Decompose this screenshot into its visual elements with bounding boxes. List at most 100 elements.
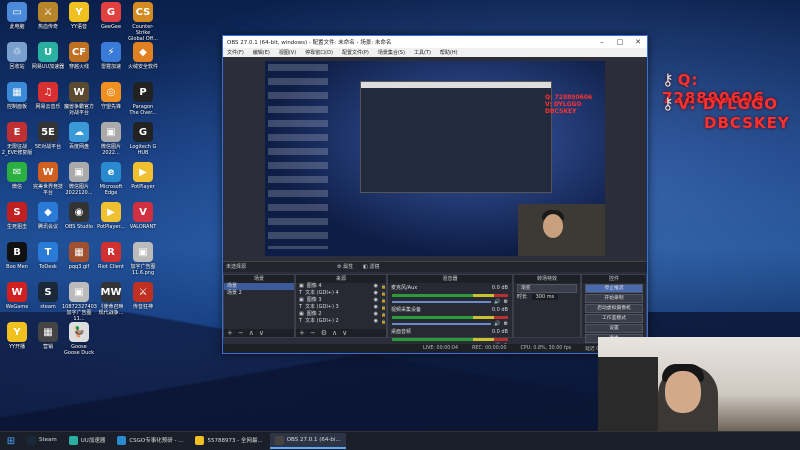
windows-start-icon[interactable]: ⊞ xyxy=(0,436,22,447)
desktop-icon[interactable]: ☁ 百度网盘 xyxy=(62,122,96,150)
taskbar-item[interactable]: UU加速器 xyxy=(64,433,111,449)
desktop-icon[interactable]: Y YY语音 xyxy=(62,2,96,30)
control-button[interactable]: 工作室模式 xyxy=(585,314,643,323)
desktop-icon[interactable]: ▦ 营销 xyxy=(31,322,65,350)
gear-icon[interactable]: ⚙ xyxy=(504,321,508,327)
desktop-icon[interactable]: MW 《使命召唤 现代战争... xyxy=(94,282,128,316)
taskbar-item[interactable]: 55788973 - 全网最... xyxy=(190,433,267,449)
visibility-eye-icon[interactable]: ◉ xyxy=(374,311,378,318)
desktop-icon[interactable]: ⚔ 传音狂神 xyxy=(126,282,160,310)
menu-item[interactable]: 配置文件(P) xyxy=(342,49,369,56)
taskbar-item[interactable]: Steam xyxy=(22,433,62,449)
lock-icon[interactable]: 🔒 xyxy=(381,318,386,325)
visibility-eye-icon[interactable]: ◉ xyxy=(374,283,378,290)
menu-item[interactable]: 文件(F) xyxy=(227,49,244,56)
obs-preview[interactable]: Q: 728890606 V: DYLGGO DBCSKEY xyxy=(265,61,605,256)
source-item[interactable]: T 文本 (GDI+) 2 ◉ 🔒 xyxy=(296,318,386,325)
lock-icon[interactable]: 🔒 xyxy=(381,290,386,297)
desktop-icon[interactable]: ◎ 守望先锋 xyxy=(94,82,128,110)
taskbar-item[interactable]: OBS 27.0.1 (64-bi... xyxy=(269,433,346,449)
desktop-icon[interactable]: G Logitech G HUB xyxy=(126,122,160,156)
menu-item[interactable]: 帮助(H) xyxy=(440,49,458,56)
desktop-icon[interactable]: ♲ 回收站 xyxy=(0,42,34,70)
desktop-icon[interactable]: Y YY开播 xyxy=(0,322,34,350)
visibility-eye-icon[interactable]: ◉ xyxy=(374,290,378,297)
control-button[interactable]: 启动虚拟摄像机 xyxy=(585,304,643,313)
source-item[interactable]: ▣ 图像 2 ◉ 🔒 xyxy=(296,311,386,318)
obs-title-bar[interactable]: OBS 27.0.1 (64-bit, windows) - 配置文件: 未命名… xyxy=(223,36,647,48)
duration-input[interactable]: 300 ms xyxy=(531,294,559,300)
source-item[interactable]: ▣ 图像 4 ◉ 🔒 xyxy=(296,283,386,290)
desktop-icon[interactable]: V VALORANT xyxy=(126,202,160,230)
desktop-icon[interactable]: W WeGame xyxy=(0,282,34,310)
desktop-icon[interactable]: ▦ 控制面板 xyxy=(0,82,34,110)
desktop-icon[interactable]: ▶ PotPlayer... xyxy=(94,202,128,230)
desktop-icon[interactable]: ▶ PotPlayer xyxy=(126,162,160,190)
volume-slider[interactable] xyxy=(392,323,492,325)
move-up-icon[interactable]: ∧ xyxy=(249,329,254,337)
remove-icon[interactable]: − xyxy=(310,329,316,337)
move-down-icon[interactable]: ∨ xyxy=(259,329,264,337)
desktop-icon[interactable]: ♫ 网易云音乐 xyxy=(31,82,65,110)
menu-item[interactable]: 视图(V) xyxy=(279,49,296,56)
gear-icon[interactable]: ⚙ xyxy=(321,329,327,337)
desktop-icon[interactable]: CF 穿越火线 xyxy=(62,42,96,70)
desktop-icon[interactable]: ▦ pqq3.gif xyxy=(62,242,96,270)
desktop-icon[interactable]: e Microsoft Edge xyxy=(94,162,128,196)
taskbar-item[interactable]: CSGO专事化预研 - ... xyxy=(112,433,188,449)
close-icon[interactable]: ✕ xyxy=(629,38,647,46)
control-button[interactable]: 设置 xyxy=(585,324,643,333)
visibility-eye-icon[interactable]: ◉ xyxy=(374,297,378,304)
maximize-icon[interactable]: □ xyxy=(611,38,629,46)
speaker-icon[interactable]: 🔊 xyxy=(494,299,500,305)
visibility-eye-icon[interactable]: ◉ xyxy=(374,318,378,325)
desktop-icon[interactable]: W 完美世界竞技 平台 xyxy=(31,162,65,196)
visibility-eye-icon[interactable]: ◉ xyxy=(374,304,378,311)
filters-button[interactable]: ◧ 滤镜 xyxy=(363,263,379,270)
desktop-icon[interactable]: ▣ 加字广告图 11.6.png xyxy=(126,242,160,276)
menu-item[interactable]: 场景集合(S) xyxy=(378,49,405,56)
desktop-icon[interactable]: ◉ OBS Studio xyxy=(62,202,96,230)
desktop-icon[interactable]: ◆ 火绒安全软件 xyxy=(126,42,160,70)
obs-window[interactable]: OBS 27.0.1 (64-bit, windows) - 配置文件: 未命名… xyxy=(222,35,648,354)
speaker-icon[interactable]: 🔊 xyxy=(494,321,500,327)
desktop-icon[interactable]: ▣ 微信图片 2022... xyxy=(94,122,128,156)
desktop-icon[interactable]: ⚡ 雷霆加速 xyxy=(94,42,128,70)
add-icon[interactable]: + xyxy=(299,329,305,337)
lock-icon[interactable]: 🔒 xyxy=(381,311,386,318)
desktop-icon[interactable]: U 网易UU加速器 xyxy=(31,42,65,70)
volume-slider[interactable] xyxy=(392,301,492,303)
scene-item[interactable]: 场景 2 xyxy=(224,290,294,297)
desktop-icon[interactable]: T ToDesk xyxy=(31,242,65,270)
desktop-icon[interactable]: R Riot Client xyxy=(94,242,128,270)
transition-select[interactable]: 渐变 xyxy=(517,284,577,293)
lock-icon[interactable]: 🔒 xyxy=(381,304,386,311)
desktop-icon[interactable]: 5E 5E对战平台 xyxy=(31,122,65,150)
move-up-icon[interactable]: ∧ xyxy=(332,329,337,337)
desktop-icon[interactable]: G GeeGee xyxy=(94,2,128,30)
desktop-icon[interactable]: S 生死狙击 xyxy=(0,202,34,230)
menu-item[interactable]: 编辑(E) xyxy=(253,49,270,56)
gear-icon[interactable]: ⚙ xyxy=(504,299,508,305)
add-icon[interactable]: + xyxy=(227,329,233,337)
desktop-icon[interactable]: ▣ 10872327403 加字广告图11... xyxy=(62,282,97,322)
desktop-icon[interactable]: ⚔ 热血传奇 xyxy=(31,2,65,30)
remove-icon[interactable]: − xyxy=(238,329,244,337)
source-item[interactable]: T 文本 (GDI+) 3 ◉ 🔒 xyxy=(296,304,386,311)
desktop-icon[interactable]: ✉ 微信 xyxy=(0,162,34,190)
scene-item[interactable]: 场景 xyxy=(224,283,294,290)
source-item[interactable]: T 文本 (GDI+) 4 ◉ 🔒 xyxy=(296,290,386,297)
desktop-icon[interactable]: B Boo Men xyxy=(0,242,34,270)
desktop-icon[interactable]: ▭ 此电脑 xyxy=(0,2,34,30)
minimize-icon[interactable]: – xyxy=(593,38,611,46)
lock-icon[interactable]: 🔒 xyxy=(381,297,386,304)
menu-item[interactable]: 停靠窗口(D) xyxy=(305,49,333,56)
lock-icon[interactable]: 🔒 xyxy=(381,283,386,290)
desktop-icon[interactable]: E 无限征战 2_EVE修复版 xyxy=(0,122,34,156)
control-button[interactable]: 停止推流 xyxy=(585,284,643,293)
source-item[interactable]: ▣ 图像 3 ◉ 🔒 xyxy=(296,297,386,304)
desktop-icon[interactable]: Ssteam xyxy=(31,282,65,310)
desktop-icon[interactable]: P Paragon The Over... xyxy=(126,82,160,116)
desktop-icon[interactable]: 🦆 Goose Goose Duck xyxy=(62,322,96,356)
control-button[interactable]: 开始录制 xyxy=(585,294,643,303)
